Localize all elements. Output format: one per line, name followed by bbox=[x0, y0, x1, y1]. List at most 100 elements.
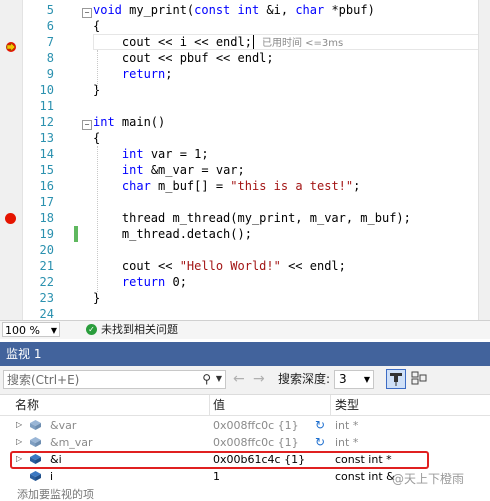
watch-value[interactable]: 1 bbox=[213, 468, 220, 485]
watch-window-title[interactable]: 监视 1 bbox=[0, 342, 490, 366]
code-token: { bbox=[93, 131, 101, 145]
code-line[interactable]: 9 return; bbox=[0, 66, 490, 82]
watch-name[interactable]: &var bbox=[50, 417, 76, 434]
line-number: 20 bbox=[39, 243, 54, 257]
zoom-value: 100 % bbox=[5, 324, 40, 337]
code-line[interactable]: 10} bbox=[0, 82, 490, 98]
code-line[interactable]: 24 bbox=[0, 306, 490, 320]
search-forward-icon[interactable]: → bbox=[253, 370, 265, 388]
line-number: 5 bbox=[46, 3, 54, 17]
code-line[interactable]: 20 bbox=[0, 242, 490, 258]
variable-icon bbox=[30, 420, 41, 430]
variable-icon bbox=[30, 471, 41, 481]
code-text: { bbox=[93, 130, 100, 146]
code-text: int main() bbox=[93, 114, 165, 130]
code-line[interactable]: 14 int var = 1; bbox=[0, 146, 490, 162]
search-backward-icon[interactable]: ← bbox=[233, 370, 245, 388]
code-token: "this is a test!" bbox=[230, 179, 354, 193]
code-token: int bbox=[93, 115, 115, 129]
watch-value[interactable]: 0x008ffc0c {1} bbox=[213, 434, 299, 451]
code-token: 0; bbox=[165, 275, 187, 289]
code-line[interactable]: 8 cout << pbuf << endl; bbox=[0, 50, 490, 66]
fold-toggle-icon[interactable]: − bbox=[82, 120, 92, 130]
code-line[interactable]: 12 int main() bbox=[0, 114, 490, 130]
code-text: void my_print(const int &i, char *pbuf) bbox=[93, 2, 375, 18]
watch-value[interactable]: 0x008ffc0c {1} bbox=[213, 417, 299, 434]
code-line[interactable]: 21 cout << "Hello World!" << endl; bbox=[0, 258, 490, 274]
column-divider[interactable] bbox=[330, 395, 331, 415]
line-number: 6 bbox=[46, 19, 54, 33]
zoom-select[interactable]: 100 % ▼ bbox=[2, 322, 60, 337]
code-token: cout << pbuf << endl; bbox=[93, 51, 274, 65]
highlight-box bbox=[10, 451, 429, 469]
line-number: 22 bbox=[39, 275, 54, 289]
line-number: 21 bbox=[39, 259, 54, 273]
fold-toggle-icon[interactable]: − bbox=[82, 8, 92, 18]
issues-status-text[interactable]: 未找到相关问题 bbox=[101, 323, 178, 337]
watch-row[interactable]: ▷ &var 0x008ffc0c {1} ↻ int * bbox=[0, 417, 490, 434]
add-watch-item[interactable]: 添加要监视的项 bbox=[17, 489, 94, 501]
code-token: &m_var = var; bbox=[143, 163, 245, 177]
code-text: int var = 1; bbox=[93, 146, 209, 162]
code-token: int bbox=[121, 163, 144, 177]
chevron-down-icon: ▼ bbox=[363, 375, 370, 384]
code-line[interactable]: 11 bbox=[0, 98, 490, 114]
code-token: { bbox=[93, 19, 101, 33]
line-number: 11 bbox=[39, 99, 54, 113]
code-text: cout << pbuf << endl; bbox=[93, 50, 274, 66]
code-text: char m_buf[] = "this is a test!"; bbox=[93, 178, 360, 194]
watch-name[interactable]: &m_var bbox=[50, 434, 93, 451]
code-token: char bbox=[295, 3, 325, 17]
pin-filter-button[interactable] bbox=[386, 369, 406, 389]
breakpoint-thread-icon[interactable] bbox=[5, 38, 17, 52]
code-token: int bbox=[121, 147, 144, 161]
column-name-header[interactable]: 名称 bbox=[15, 395, 39, 415]
code-line[interactable]: 6{ bbox=[0, 18, 490, 34]
watch-row[interactable]: ▷ &m_var 0x008ffc0c {1} ↻ int * bbox=[0, 434, 490, 451]
code-line[interactable]: 23} bbox=[0, 290, 490, 306]
line-number: 16 bbox=[39, 179, 54, 193]
line-number: 19 bbox=[39, 227, 54, 241]
refresh-icon[interactable]: ↻ bbox=[315, 418, 325, 432]
editor-scrollbar[interactable] bbox=[478, 0, 490, 320]
code-token: m_buf[] = bbox=[150, 179, 231, 193]
code-text: { bbox=[93, 18, 100, 34]
code-line[interactable]: 5 void my_print(const int &i, char *pbuf) bbox=[0, 2, 490, 18]
refresh-icon[interactable]: ↻ bbox=[315, 435, 325, 449]
code-text: cout << "Hello World!" << endl; bbox=[93, 258, 346, 274]
code-token: } bbox=[93, 291, 101, 305]
code-line[interactable]: 22 return 0; bbox=[0, 274, 490, 290]
code-token: m_thread.detach(); bbox=[93, 227, 252, 241]
line-number: 8 bbox=[46, 51, 54, 65]
code-line[interactable]: 17 bbox=[0, 194, 490, 210]
code-line[interactable]: 13 { bbox=[0, 130, 490, 146]
code-token: char bbox=[121, 179, 151, 193]
line-number: 24 bbox=[39, 307, 54, 320]
watch-toolbar: 搜索(Ctrl+E) ⚲ ▼ ← → 搜索深度: 3 ▼ bbox=[0, 366, 490, 395]
breakpoint-icon[interactable] bbox=[5, 213, 16, 224]
grid-view-icon bbox=[411, 371, 427, 385]
watch-type: int * bbox=[335, 436, 359, 449]
line-number: 15 bbox=[39, 163, 54, 177]
search-depth-select[interactable]: 3 ▼ bbox=[334, 370, 374, 389]
line-number: 10 bbox=[39, 83, 54, 97]
code-line[interactable]: 16 char m_buf[] = "this is a test!"; bbox=[0, 178, 490, 194]
code-token: "Hello World!" bbox=[179, 259, 281, 273]
expand-arrow-icon[interactable]: ▷ bbox=[16, 420, 22, 429]
watch-name[interactable]: i bbox=[50, 468, 53, 485]
line-number: 9 bbox=[46, 67, 54, 81]
column-divider[interactable] bbox=[209, 395, 210, 415]
code-line[interactable]: 18 thread m_thread(my_print, m_var, m_bu… bbox=[0, 210, 490, 226]
code-token: cout << bbox=[93, 259, 180, 273]
pin-icon bbox=[390, 373, 402, 386]
watch-column-header: 名称 值 类型 bbox=[0, 395, 490, 416]
column-type-header[interactable]: 类型 bbox=[335, 395, 359, 415]
chevron-down-icon[interactable]: ▼ bbox=[216, 374, 222, 383]
hex-display-button[interactable] bbox=[409, 369, 429, 389]
column-value-header[interactable]: 值 bbox=[213, 395, 225, 415]
code-line[interactable]: 15 int &m_var = var; bbox=[0, 162, 490, 178]
search-input[interactable]: 搜索(Ctrl+E) ⚲ ▼ bbox=[3, 370, 226, 389]
expand-arrow-icon[interactable]: ▷ bbox=[16, 437, 22, 446]
code-editor[interactable]: 5 void my_print(const int &i, char *pbuf)… bbox=[0, 0, 490, 320]
